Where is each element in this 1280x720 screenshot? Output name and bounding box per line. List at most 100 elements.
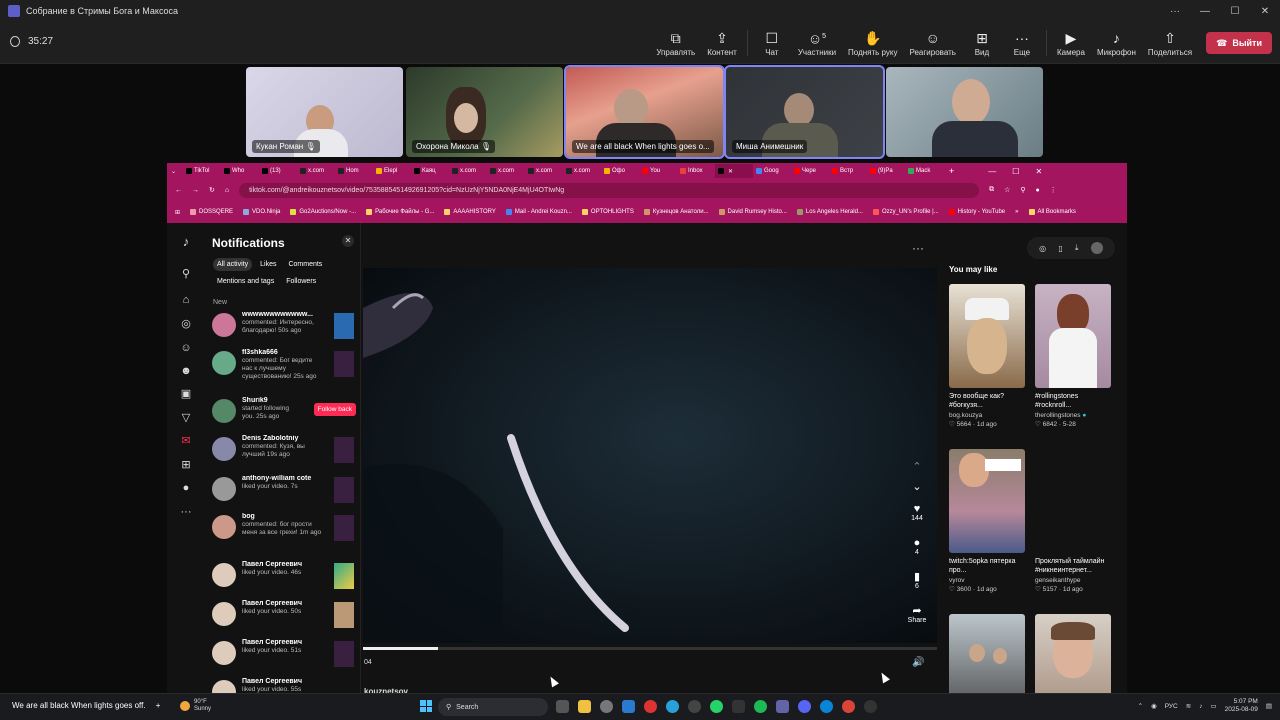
maximize-icon[interactable]: ☐ <box>1220 6 1250 17</box>
close-icon[interactable]: ✕ <box>342 235 354 247</box>
lang-indicator[interactable]: РУС <box>1165 703 1178 710</box>
scroll-up-icon[interactable]: ⌃ <box>905 461 929 473</box>
more-icon[interactable]: ··· <box>179 505 193 519</box>
plus-icon[interactable]: + <box>156 701 161 710</box>
outlook-icon[interactable] <box>622 700 635 713</box>
comment-button[interactable]: ● 4 <box>905 537 929 556</box>
share-button[interactable]: ⇧ Поделиться <box>1142 22 1198 64</box>
bookmark[interactable]: History - YouTube <box>948 209 1005 215</box>
browser-tab[interactable]: Чере <box>791 164 829 178</box>
home-icon[interactable]: ⌂ <box>179 293 193 307</box>
weather-widget[interactable]: 90°F Sunny <box>180 699 211 713</box>
recommended-card[interactable]: twitch:5opka пятерка про... vyrov ♡ 3600… <box>949 449 1025 593</box>
notifications-icon[interactable]: ▤ <box>1266 702 1272 710</box>
extensions-icon[interactable]: ⚲ <box>1020 186 1025 194</box>
notification-item[interactable]: Denis Zabolotniy commented: Кузя, вы лучш… <box>212 435 356 469</box>
bookmark[interactable]: Mail - Andrei Kouzn... <box>505 209 572 215</box>
more-options-icon[interactable]: ··· <box>912 241 924 255</box>
recommended-card[interactable] <box>1035 614 1111 693</box>
battery-icon[interactable]: ▭ <box>1210 702 1216 710</box>
location-icon[interactable]: ◉ <box>1151 702 1157 710</box>
browser-tab[interactable]: You <box>639 164 677 178</box>
microphone-button[interactable]: ♪ Микрофон <box>1091 22 1142 64</box>
volume-icon[interactable]: ♪ <box>1199 703 1202 710</box>
browser-tab[interactable]: (13) <box>259 164 297 178</box>
view-button[interactable]: ⊞ Вид <box>962 22 1002 64</box>
chip-likes[interactable]: Likes <box>256 258 280 271</box>
friends-icon[interactable]: ☻ <box>179 364 193 378</box>
notification-item[interactable]: Павел Сергеевич liked your video. 55s <box>212 678 356 693</box>
clock[interactable]: 5:07 PM 2025-08-09 <box>1225 698 1258 714</box>
close-icon[interactable]: ✕ <box>1250 6 1280 17</box>
search-icon[interactable]: ⚲ <box>179 267 193 281</box>
notification-item[interactable]: wwwwwwwwwwww... commented: Интересно, бла… <box>212 311 356 345</box>
notification-item[interactable]: Павел Сергеевич liked your video. 51s <box>212 639 356 673</box>
video-player[interactable] <box>363 268 937 643</box>
bookmark[interactable]: AAAAHISTORY <box>444 209 496 215</box>
tablet-icon[interactable]: ▯ <box>1058 244 1062 253</box>
start-button[interactable] <box>420 700 432 712</box>
tab-search-icon[interactable]: ⌄ <box>171 168 183 175</box>
minimize-icon[interactable]: — <box>1190 6 1220 17</box>
messages-icon[interactable]: ✉ <box>179 434 193 448</box>
chip-comments[interactable]: Comments <box>284 258 326 271</box>
all-bookmarks[interactable]: All Bookmarks <box>1028 209 1076 215</box>
browser-tab[interactable]: Goog <box>753 164 791 178</box>
chip-followers[interactable]: Followers <box>282 275 320 288</box>
now-playing[interactable]: We are all black When lights goes off. + <box>12 701 160 710</box>
inbox-icon[interactable]: ▽ <box>179 411 193 425</box>
participant-tile[interactable]: Охорона Микола 🎙 <box>406 67 563 157</box>
bookmark[interactable]: Go2Auctions/Now -... <box>290 209 356 215</box>
recommended-card[interactable]: Проклятый таймлайн #никнеинтернет... gen… <box>1035 449 1111 593</box>
recommended-card[interactable] <box>949 614 1025 693</box>
recommended-card[interactable]: #rollingstones #rocknroll... therollings… <box>1035 284 1111 428</box>
browser-tab[interactable]: x.com <box>525 164 563 178</box>
discord-icon[interactable] <box>798 700 811 713</box>
scroll-down-icon[interactable]: ⌄ <box>905 481 929 493</box>
participants-button[interactable]: ☺5 Участники <box>792 22 842 64</box>
settings-icon[interactable] <box>600 700 613 713</box>
notification-item[interactable]: fl3shka666 commented: Бог ведите нас к лу… <box>212 349 356 383</box>
bookmark[interactable]: Рабочие Файлы - G... <box>366 209 434 215</box>
reload-icon[interactable]: ↻ <box>209 186 215 194</box>
live-icon[interactable]: ▣ <box>179 387 193 401</box>
browser-tab[interactable]: x.com <box>449 164 487 178</box>
telegram-icon[interactable] <box>666 700 679 713</box>
edge-icon[interactable] <box>820 700 833 713</box>
video-progress-bar[interactable] <box>363 647 937 650</box>
bookmark[interactable]: Ozzy_UN's Profile |... <box>872 209 939 215</box>
chrome-icon[interactable] <box>842 700 855 713</box>
browser-tab[interactable]: Встр <box>829 164 867 178</box>
whatsapp-icon[interactable] <box>710 700 723 713</box>
following-icon[interactable]: ☺ <box>179 341 193 355</box>
teams-icon[interactable] <box>776 700 789 713</box>
media-icon[interactable] <box>864 700 877 713</box>
volume-icon[interactable]: 🔊 <box>912 657 924 668</box>
save-button[interactable]: ▮ 6 <box>905 571 929 590</box>
bookmark[interactable]: Los Angeles Herald... <box>796 209 863 215</box>
browser-tab[interactable]: Офо <box>601 164 639 178</box>
star-icon[interactable]: ☆ <box>1004 186 1010 194</box>
react-button[interactable]: ☺ Реагировать <box>904 22 962 64</box>
close-icon[interactable]: ✕ <box>1035 167 1042 176</box>
camera-button[interactable]: ▶ Камера <box>1051 22 1091 64</box>
browser-tab[interactable]: Inbox <box>677 164 715 178</box>
profile-icon[interactable]: ● <box>179 481 193 495</box>
new-tab-icon[interactable]: + <box>949 166 954 176</box>
app-icon[interactable] <box>644 700 657 713</box>
bookmark[interactable]: VDO.Ninja <box>243 209 280 215</box>
browser-tab[interactable]: Who <box>221 164 259 178</box>
notification-item[interactable]: bog commented: бог прости меня за все гре… <box>212 513 356 547</box>
browser-tab[interactable]: Hom <box>335 164 373 178</box>
notification-item[interactable]: Павел Сергеевич liked your video. 50s <box>212 600 356 634</box>
browser-tab[interactable]: x.com <box>563 164 601 178</box>
more-button[interactable]: ··· Еще <box>1002 22 1042 64</box>
bookmark[interactable]: Кузнецов Анатоли... <box>643 209 709 215</box>
back-icon[interactable]: ← <box>175 187 182 194</box>
upload-icon[interactable]: ⊞ <box>179 458 193 472</box>
notification-item[interactable]: Павел Сергеевич liked your video. 46s <box>212 561 356 595</box>
browser-tab[interactable]: Mack <box>905 164 943 178</box>
follow-back-button[interactable]: Follow back <box>313 403 356 416</box>
maps-icon[interactable] <box>732 700 745 713</box>
address-bar[interactable]: tiktok.com/@andreikouznetsov/video/75358… <box>239 182 980 198</box>
